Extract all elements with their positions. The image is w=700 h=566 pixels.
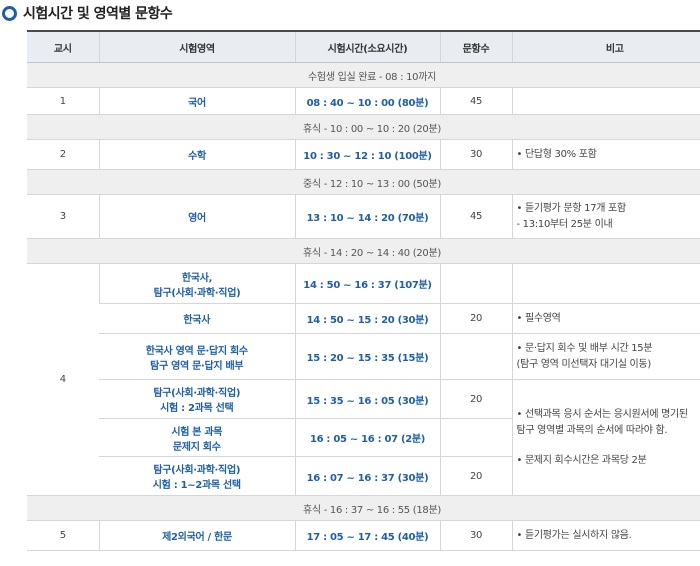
count-cell: 20 [439, 303, 512, 334]
subject-line: 시험 본 과목 [171, 426, 223, 438]
count-cell: 45 [439, 194, 512, 239]
table-row-lunch: 중식 - 12 : 10 ~ 13 : 00 (50분) [27, 169, 700, 195]
count-cell: 45 [439, 87, 512, 115]
subject-line: 문제지 회수 [172, 441, 221, 453]
table-row-break: 휴식 - 10 : 00 ~ 10 : 20 (20분) [27, 114, 700, 140]
time-cell: 16 : 07 ~ 16 : 37 (30분) [294, 456, 440, 496]
count-cell: 30 [439, 139, 512, 170]
note-text: • 선택과목 응시 순서는 응시원서에 명기된 [516, 408, 689, 420]
note-text: • 문·답지 회수 및 배부 시간 15분 [516, 342, 653, 354]
note-text: (탐구 영역 미선택자 대기실 이동) [516, 358, 652, 370]
band-break1: 휴식 - 10 : 00 ~ 10 : 20 (20분) [27, 114, 700, 140]
subject-line: 탐구(사회·과학·직업) [153, 388, 241, 399]
period-cell: 4 [27, 263, 99, 496]
time-cell: 16 : 05 ~ 16 : 07 (2분) [294, 418, 440, 457]
subject-cell: 한국사, 탐구(사회·과학·직업) [98, 263, 295, 304]
time-cell: 15 : 20 ~ 15 : 35 (15분) [294, 333, 440, 380]
time-cell: 14 : 50 ~ 15 : 20 (30분) [294, 303, 440, 334]
note-cell [511, 263, 700, 304]
time-cell: 13 : 10 ~ 14 : 20 (70분) [294, 194, 440, 239]
page-title: 시험시간 및 영역별 문항수 [23, 6, 173, 22]
note-cell: • 듣기평가 문항 17개 포함 - 13:10부터 25분 이내 [511, 194, 700, 239]
time-cell: 15 : 35 ~ 16 : 05 (30분) [294, 379, 440, 419]
table-row: 3 영어 13 : 10 ~ 14 : 20 (70분) 45 • 듣기평가 문… [27, 194, 700, 239]
period-cell: 1 [27, 87, 99, 115]
note-text: • 단답형 30% 포함 [516, 148, 597, 160]
note-text: • 듣기평가는 실시하지 않음. [516, 529, 632, 541]
note-cell: • 듣기평가는 실시하지 않음. [511, 520, 700, 551]
band-break2: 휴식 - 14 : 20 ~ 14 : 40 (20분) [27, 238, 700, 264]
note-cell: • 필수영역 [511, 303, 700, 334]
subject-line: 한국사 영역 문·답지 회수 [145, 345, 248, 357]
note-cell: • 선택과목 응시 순서는 응시원서에 명기된 탐구 영역별 과목의 순서에 따… [511, 379, 700, 496]
time-cell: 14 : 50 ~ 16 : 37 (107분) [294, 263, 440, 304]
subject-cell: 시험 본 과목 문제지 회수 [99, 418, 295, 457]
subject-cell: 수학 [98, 139, 295, 170]
column-header-subject: 시험영역 [98, 30, 295, 63]
subject-cell: 탐구(사회·과학·직업) 시험 : 2과목 선택 [99, 379, 295, 419]
table-header-row: 교시 시험영역 시험시간(소요시간) 문항수 비고 [27, 30, 700, 63]
table-row: 5 제2외국어 / 한문 17 : 05 ~ 17 : 45 (40분) 30 … [27, 520, 700, 551]
note-text: 탐구 영역별 과목의 순서에 따라야 함. [516, 424, 668, 436]
time-cell: 08 : 40 ~ 10 : 00 (80분) [294, 87, 440, 115]
band-break3: 휴식 - 16 : 37 ~ 16 : 55 (18분) [27, 495, 700, 521]
count-cell [439, 333, 512, 380]
count-cell: 30 [439, 520, 512, 551]
note-text: • 문제지 회수시간은 과목당 2분 [516, 454, 647, 466]
subject-line: 탐구(사회·과학·직업) [153, 465, 241, 476]
subject-cell: 한국사 [99, 303, 295, 334]
subject-line: 시험 : 2과목 선택 [160, 403, 234, 414]
table-row-break: 휴식 - 16 : 37 ~ 16 : 55 (18분) [27, 495, 700, 521]
subject-cell: 영어 [98, 194, 295, 239]
count-cell: 20 [439, 456, 512, 496]
subject-cell: 한국사 영역 문·답지 회수 탐구 영역 문·답지 배부 [99, 333, 295, 380]
band-lunch: 중식 - 12 : 10 ~ 13 : 00 (50분) [27, 169, 700, 195]
table-row: 4 한국사, 탐구(사회·과학·직업) 14 : 50 ~ 16 : 37 (1… [27, 263, 700, 496]
note-cell: • 문·답지 회수 및 배부 시간 15분 (탐구 영역 미선택자 대기실 이동… [511, 333, 700, 380]
period-cell: 2 [27, 139, 99, 170]
time-cell: 10 : 30 ~ 12 : 10 (100분) [294, 139, 440, 170]
time-cell: 17 : 05 ~ 17 : 45 (40분) [294, 520, 440, 551]
note-text: - 13:10부터 25분 이내 [516, 218, 613, 230]
count-cell: 20 [439, 379, 512, 419]
subject-line: 시험 : 1~2과목 선택 [152, 480, 241, 491]
band-entry: 수험생 입실 완료 - 08 : 10까지 [27, 62, 700, 88]
table-row-break: 휴식 - 14 : 20 ~ 14 : 40 (20분) [27, 238, 700, 264]
subject-cell: 제2외국어 / 한문 [98, 520, 295, 551]
subject-line: 한국사, [181, 272, 213, 284]
section-heading: 시험시간 및 영역별 문항수 [0, 0, 173, 26]
count-cell [439, 263, 512, 304]
column-header-note: 비고 [511, 30, 700, 63]
subject-cell: 국어 [98, 87, 295, 115]
circle-bullet-icon [2, 5, 17, 21]
note-cell [511, 87, 700, 115]
column-header-time: 시험시간(소요시간) [294, 30, 440, 63]
table-row-entry: 수험생 입실 완료 - 08 : 10까지 [27, 62, 700, 88]
note-text: • 필수영역 [516, 312, 561, 324]
count-cell [439, 418, 512, 457]
period-cell: 5 [27, 520, 99, 551]
table-row: 한국사 영역 문·답지 회수 탐구 영역 문·답지 배부 15 : 20 ~ 1… [27, 333, 700, 380]
table-row: 2 수학 10 : 30 ~ 12 : 10 (100분) 30 • 단답형 3… [27, 139, 700, 170]
exam-schedule-table: 교시 시험영역 시험시간(소요시간) 문항수 비고 수험생 입실 완료 - 08… [27, 30, 700, 551]
period-cell: 3 [27, 194, 99, 239]
table-row: 탐구(사회·과학·직업) 시험 : 2과목 선택 15 : 35 ~ 16 : … [27, 379, 700, 496]
subject-line: 탐구(사회·과학·직업) [153, 287, 241, 299]
column-header-period: 교시 [27, 30, 99, 63]
subject-line: 탐구 영역 문·답지 배부 [150, 360, 244, 372]
subject-cell: 탐구(사회·과학·직업) 시험 : 1~2과목 선택 [99, 456, 295, 496]
table-row: 1 국어 08 : 40 ~ 10 : 00 (80분) 45 [27, 87, 700, 115]
note-text: • 듣기평가 문항 17개 포함 [516, 202, 627, 214]
column-header-count: 문항수 [439, 30, 512, 63]
table-row: 한국사 14 : 50 ~ 15 : 20 (30분) 20 • 필수영역 [27, 303, 700, 334]
note-cell: • 단답형 30% 포함 [511, 139, 700, 170]
